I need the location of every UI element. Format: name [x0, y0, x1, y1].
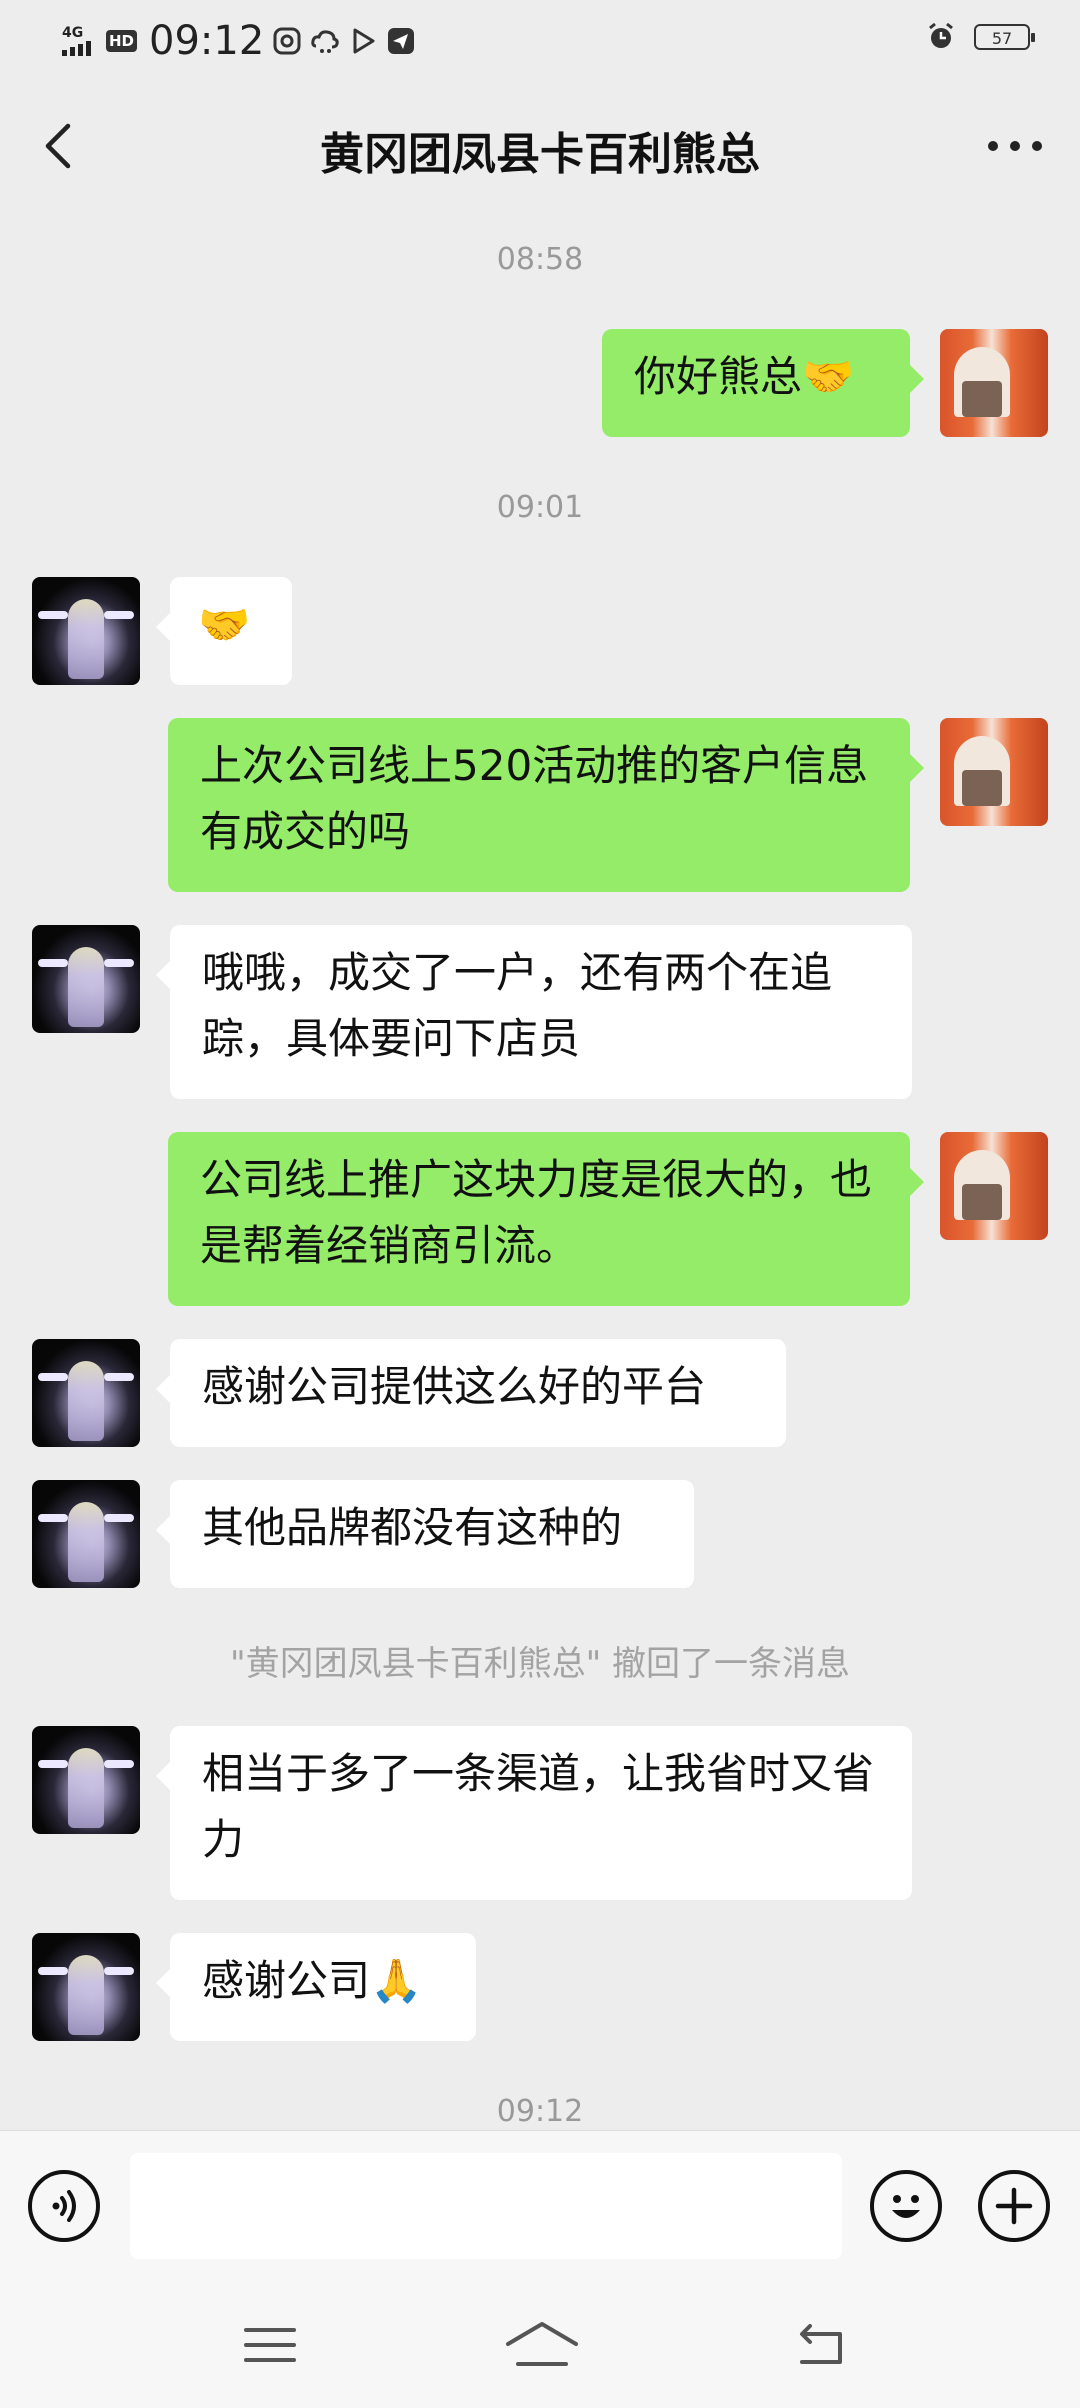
send-notification-icon	[388, 28, 415, 54]
battery-level: 57	[991, 29, 1013, 48]
my-avatar[interactable]	[940, 1132, 1048, 1240]
contact-avatar[interactable]	[32, 1480, 140, 1588]
recall-notice: "黄冈团凤县卡百利熊总" 撤回了一条消息	[229, 1644, 851, 1684]
message-bubble-outgoing[interactable]: 上次公司线上520活动推的客户信息有成交的吗	[168, 718, 924, 892]
contact-avatar[interactable]	[32, 1339, 140, 1447]
timestamp: 09:01	[496, 490, 584, 525]
contact-avatar[interactable]	[32, 925, 140, 1033]
my-avatar[interactable]	[940, 718, 1048, 826]
contact-avatar[interactable]	[32, 1933, 140, 2041]
message-input[interactable]	[130, 2153, 842, 2259]
menu-icon[interactable]	[238, 2320, 302, 2370]
timestamp: 09:12	[496, 2094, 584, 2129]
message-bubble-incoming[interactable]: 其他品牌都没有这种的	[156, 1480, 694, 1588]
message-bubble-outgoing[interactable]: 公司线上推广这块力度是很大的，也是帮着经销商引流。	[168, 1132, 924, 1306]
back-icon[interactable]	[790, 2320, 854, 2370]
status-time: 09:12	[149, 18, 265, 64]
message-bubble-incoming[interactable]: 哦哦，成交了一户，还有两个在追踪，具体要问下店员	[156, 925, 912, 1099]
app-notification-icon	[273, 27, 301, 55]
message-bubble-incoming[interactable]: 感谢公司提供这么好的平台	[156, 1339, 786, 1447]
contact-avatar[interactable]	[32, 1726, 140, 1834]
chat-title: 黄冈团凤县卡百利熊总	[320, 129, 760, 180]
contact-avatar[interactable]	[32, 577, 140, 685]
message-bubble-incoming[interactable]: 🤝	[156, 577, 292, 685]
system-navigation-bar	[0, 2280, 1080, 2408]
status-bar: 4G HD 09:12 57	[0, 0, 1080, 80]
message-bubble-outgoing[interactable]: 你好熊总🤝	[602, 329, 924, 437]
battery-icon: 57	[974, 24, 1035, 50]
alarm-icon	[929, 22, 953, 48]
more-dots-icon[interactable]	[980, 116, 1050, 176]
cloud-notification-icon	[311, 30, 339, 53]
timestamp: 08:58	[496, 242, 584, 277]
message-bubble-incoming[interactable]: 相当于多了一条渠道，让我省时又省力	[156, 1726, 912, 1900]
hd-badge: HD	[106, 30, 138, 52]
voice-icon[interactable]	[28, 2170, 100, 2242]
my-avatar[interactable]	[940, 329, 1048, 437]
message-bubble-incoming[interactable]: 感谢公司🙏	[156, 1933, 476, 2041]
signal-icon: 4G	[62, 26, 98, 56]
chat-header: 黄冈团凤县卡百利熊总	[0, 80, 1080, 216]
network-type: 4G	[62, 25, 84, 41]
input-bar	[0, 2130, 1080, 2281]
emoji-icon[interactable]	[870, 2170, 942, 2242]
plus-icon[interactable]	[978, 2170, 1050, 2242]
play-notification-icon	[353, 28, 375, 54]
home-icon[interactable]	[504, 2320, 580, 2370]
